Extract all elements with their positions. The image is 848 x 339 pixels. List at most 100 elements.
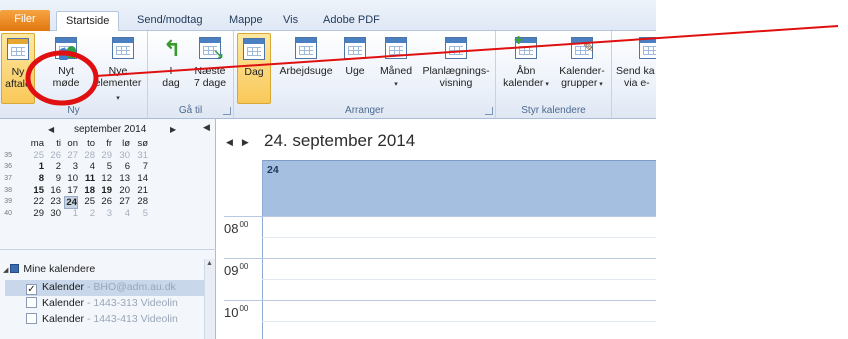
mini-calendar-day[interactable]: 10: [64, 173, 78, 184]
new-appointment-button[interactable]: Ny aftale: [1, 33, 35, 104]
new-items-button[interactable]: Nye elementer ▾: [92, 33, 144, 104]
dialog-launcher-icon[interactable]: [223, 107, 231, 115]
tab-view[interactable]: Vis: [274, 11, 307, 31]
mini-calendar-day[interactable]: 1: [30, 161, 44, 172]
weekday-header: ti: [56, 138, 61, 149]
mini-calendar-day[interactable]: 12: [98, 173, 112, 184]
mini-calendar-day[interactable]: 1: [64, 208, 78, 219]
tab-folder[interactable]: Mappe: [220, 11, 272, 31]
mini-calendar-day[interactable]: 13: [116, 173, 130, 184]
mini-calendar-day[interactable]: 27: [116, 196, 130, 207]
new-meeting-button[interactable]: Nyt møde: [46, 33, 86, 104]
calendar-owner: - BHO@adm.au.dk: [84, 281, 176, 293]
ribbon-group-new: Ny aftale Nyt møde Nye elementer ▾ Ny: [0, 31, 148, 118]
calendar-owner: - 1443-313 Videolin: [84, 297, 178, 309]
ribbon-group-goto: ↰ I dag ↘ Næste 7 dage Gå til: [148, 31, 234, 118]
mini-calendar-day[interactable]: 18: [81, 185, 95, 196]
mini-calendar-day[interactable]: 17: [64, 185, 78, 196]
calendar-list-item[interactable]: Kalender - 1443-313 Videolin: [5, 296, 204, 312]
week-number: 37: [4, 175, 12, 183]
next-7-days-button[interactable]: ↘ Næste 7 dage: [190, 33, 230, 104]
mini-calendar-day[interactable]: 26: [98, 196, 112, 207]
mini-calendar-header: ◀ september 2014 ▶: [40, 124, 180, 137]
mini-calendar-day[interactable]: 7: [134, 161, 148, 172]
calendar-list-item[interactable]: ✓ Kalender - BHO@adm.au.dk: [5, 280, 204, 296]
send-calendar-button[interactable]: Send ka via e-: [616, 33, 656, 104]
chevron-down-icon: ▾: [394, 81, 398, 88]
mini-calendar-day[interactable]: 30: [116, 150, 130, 161]
mini-calendar-day[interactable]: 23: [47, 196, 61, 207]
time-label: 0800: [224, 220, 248, 236]
mini-calendar-day[interactable]: 30: [47, 208, 61, 219]
calendar-owner: - 1443-413 Videolin: [84, 313, 178, 325]
mini-calendar-day[interactable]: 3: [64, 161, 78, 172]
mini-calendar-day[interactable]: 26: [47, 150, 61, 161]
work-week-button[interactable]: Arbejdsuge: [276, 33, 336, 104]
send-calendar-icon: [636, 35, 656, 62]
previous-month-icon[interactable]: ◀: [48, 125, 54, 134]
today-button[interactable]: ↰ I dag: [156, 33, 186, 104]
mini-calendar-day[interactable]: 25: [81, 196, 95, 207]
mini-calendar-day[interactable]: 2: [81, 208, 95, 219]
mini-calendar-day[interactable]: 14: [134, 173, 148, 184]
day-view-button[interactable]: Dag: [237, 33, 271, 104]
new-items-icon: [104, 35, 134, 62]
tab-send-receive[interactable]: Send/modtag: [128, 11, 211, 31]
tab-file[interactable]: Filer: [0, 10, 50, 31]
calendar-checkbox[interactable]: [26, 297, 37, 308]
divider: [0, 249, 216, 250]
mini-calendar-day[interactable]: 4: [116, 208, 130, 219]
time-slot[interactable]: [262, 300, 656, 339]
mini-calendar-day[interactable]: 28: [134, 196, 148, 207]
mini-calendar-day[interactable]: 29: [98, 150, 112, 161]
mini-calendar-day[interactable]: 5: [98, 161, 112, 172]
month-button[interactable]: Måned ▾: [372, 33, 420, 104]
mini-calendar-day[interactable]: 15: [30, 185, 44, 196]
chevron-down-icon: ▾: [597, 81, 603, 88]
tab-home[interactable]: Startside: [56, 11, 120, 32]
week-number: 40: [4, 210, 12, 218]
mini-calendar-day[interactable]: 5: [134, 208, 148, 219]
mini-calendar-day[interactable]: 25: [30, 150, 44, 161]
mini-calendar-day[interactable]: 4: [81, 161, 95, 172]
mini-calendar-day[interactable]: 3: [98, 208, 112, 219]
day-column-header[interactable]: 24: [262, 160, 656, 216]
mini-calendar-day[interactable]: 2: [47, 161, 61, 172]
chevron-down-icon: ▾: [543, 81, 549, 88]
calendar-list-item[interactable]: Kalender - 1443-413 Videolin: [5, 312, 204, 328]
mini-calendar-day[interactable]: 20: [116, 185, 130, 196]
week-button[interactable]: Uge: [338, 33, 372, 104]
time-slot[interactable]: [262, 216, 656, 258]
schedule-view-icon: [442, 35, 470, 62]
time-slot[interactable]: [262, 258, 656, 300]
mini-calendar-day[interactable]: 22: [30, 196, 44, 207]
mini-calendar-day[interactable]: 28: [81, 150, 95, 161]
mini-calendar-day[interactable]: 8: [30, 173, 44, 184]
next-day-icon[interactable]: ▶: [242, 137, 249, 147]
mini-calendar-day[interactable]: 19: [98, 185, 112, 196]
mini-calendar-day[interactable]: 31: [134, 150, 148, 161]
schedule-view-button[interactable]: Planlægnings- visning: [420, 33, 492, 104]
calendar-name: Kalender: [42, 297, 85, 309]
mini-calendar-day[interactable]: 6: [116, 161, 130, 172]
mini-calendar-day[interactable]: 16: [47, 185, 61, 196]
collapse-pane-icon[interactable]: ◀: [203, 122, 210, 133]
mini-calendar-day[interactable]: 21: [134, 185, 148, 196]
dialog-launcher-icon[interactable]: [485, 107, 493, 115]
scroll-up-icon[interactable]: ▲: [206, 260, 213, 267]
calendar-checkbox[interactable]: [26, 313, 37, 324]
mini-calendar-day[interactable]: 9: [47, 173, 61, 184]
mini-calendar-day[interactable]: 29: [30, 208, 44, 219]
tab-adobe-pdf[interactable]: Adobe PDF: [314, 11, 389, 31]
my-calendars-heading[interactable]: ◢ Mine kalendere: [3, 262, 95, 276]
next-month-icon[interactable]: ▶: [170, 125, 176, 134]
pane-scrollbar[interactable]: ▲: [204, 259, 215, 339]
time-label: 1000: [224, 304, 248, 320]
mini-calendar-day[interactable]: 11: [81, 173, 95, 184]
previous-day-icon[interactable]: ◀: [226, 137, 233, 147]
open-calendar-button[interactable]: + Åbn kalender ▾: [500, 33, 552, 104]
weekday-header: ma: [30, 138, 44, 149]
mini-calendar-day[interactable]: 27: [64, 150, 78, 161]
calendar-groups-button[interactable]: ✎ Kalender- grupper ▾: [554, 33, 610, 104]
calendar-checkbox[interactable]: ✓: [26, 284, 37, 295]
